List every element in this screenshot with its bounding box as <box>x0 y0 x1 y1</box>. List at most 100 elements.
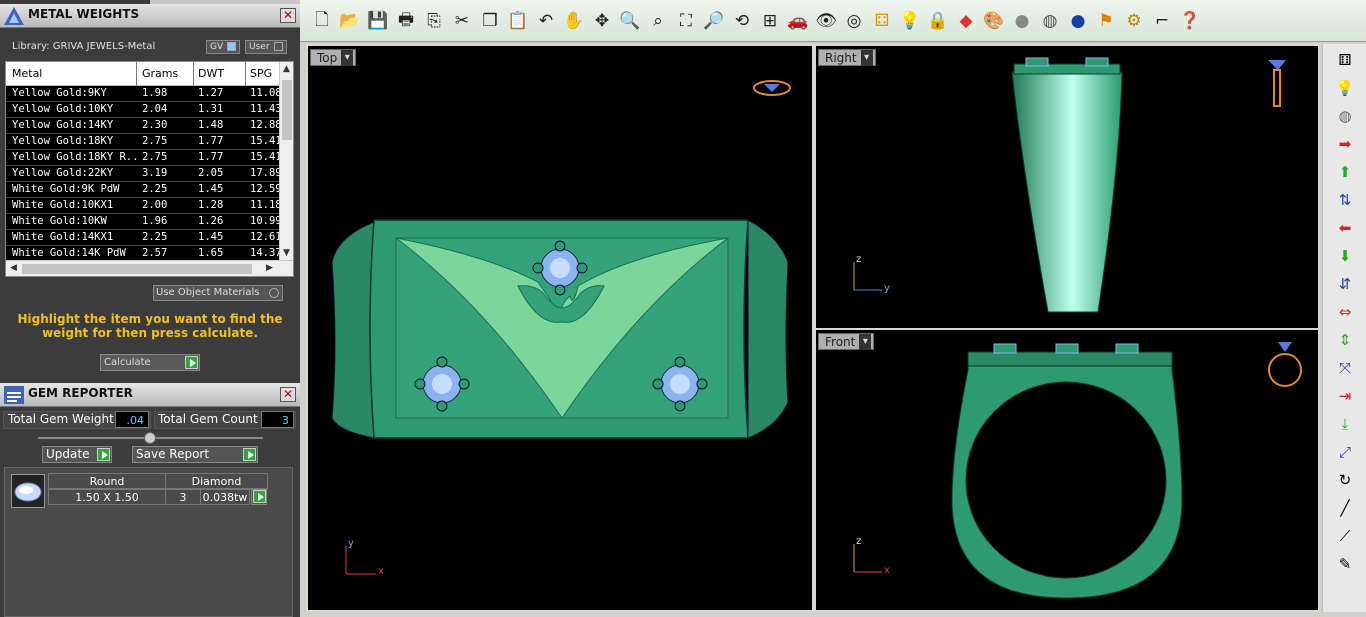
metal-row[interactable]: White Gold:14KX1 2.25 1.45 12.61 <box>6 230 281 246</box>
gv-toggle[interactable]: GV <box>206 40 241 54</box>
flag-icon[interactable]: ⚑ <box>1094 8 1118 34</box>
gem-reporter-close-button[interactable]: ✕ <box>280 387 296 402</box>
metal-row[interactable]: Yellow Gold:14KY 2.30 1.48 12.88 <box>6 118 281 134</box>
col-metal[interactable]: Metal <box>12 67 42 80</box>
arrow-right-icon[interactable]: ➡ <box>1331 132 1359 156</box>
update-button[interactable]: Update <box>42 446 112 463</box>
right-view-label[interactable]: Right <box>818 49 876 66</box>
metal-row[interactable]: White Gold:9K PdW 2.25 1.45 12.59 <box>6 182 281 198</box>
shrink-vertical-icon[interactable]: ⤓ <box>1331 412 1359 436</box>
hscroll-thumb[interactable] <box>22 264 252 274</box>
snap-icon[interactable]: ⚃ <box>870 8 894 34</box>
metal-cell-spg: 17.89 <box>250 167 281 179</box>
col-grams[interactable]: Grams <box>142 67 178 80</box>
gv-checkbox[interactable] <box>227 42 237 51</box>
eraser-icon[interactable]: ✎ <box>1331 552 1359 576</box>
segment-tool-icon[interactable]: ⟋ <box>1331 524 1359 548</box>
arrow-down-icon[interactable]: ⬇ <box>1331 244 1359 268</box>
lock-icon[interactable]: 🔒 <box>926 8 950 34</box>
undo-icon[interactable]: ↶ <box>534 8 558 34</box>
scale-vertical-icon[interactable]: ⇕ <box>1331 328 1359 352</box>
user-checkbox[interactable] <box>273 42 283 51</box>
save-report-button[interactable]: Save Report <box>132 446 258 463</box>
move-icon[interactable]: ✥ <box>590 8 614 34</box>
metal-table-hscroll[interactable]: ◀ ▶ <box>6 260 293 276</box>
user-toggle[interactable]: User <box>245 40 287 54</box>
scale-axis-icon[interactable]: ⤧ <box>1331 356 1359 380</box>
arrow-left-icon[interactable]: ⬅ <box>1331 216 1359 240</box>
metal-cell-grams: 1.96 <box>142 215 168 227</box>
eye-icon[interactable]: 👁 <box>814 8 838 34</box>
paste-icon[interactable]: 📋 <box>506 8 530 34</box>
top-view-label[interactable]: Top <box>310 49 357 66</box>
front-view-label[interactable]: Front <box>818 333 875 350</box>
round-gem-thumbnail[interactable] <box>11 474 45 508</box>
scale-horizontal-icon[interactable]: ⇔ <box>1331 300 1359 324</box>
calculate-button[interactable]: Calculate <box>100 354 200 371</box>
gear-icon[interactable]: ⚙ <box>1122 8 1146 34</box>
target-icon[interactable]: ◎ <box>842 8 866 34</box>
sphere-gray-icon[interactable]: ● <box>1010 8 1034 34</box>
shrink-axis-icon[interactable]: ⤢ <box>1331 440 1359 464</box>
save-icon[interactable]: 💾 <box>366 8 390 34</box>
new-file-icon[interactable]: 🗋 <box>310 8 334 34</box>
metal-row[interactable]: Yellow Gold:18KY 2.75 1.77 15.41 <box>6 134 281 150</box>
col-spg[interactable]: SPG <box>250 67 272 80</box>
metal-row[interactable]: White Gold:10KW 1.96 1.26 10.99 <box>6 214 281 230</box>
scroll-down-icon[interactable]: ▼ <box>283 248 290 258</box>
help-icon[interactable]: ❓ <box>1178 8 1202 34</box>
top-viewport[interactable]: Top ▾ y x <box>308 46 812 610</box>
gem-detail-button[interactable] <box>251 489 267 505</box>
scroll-up-icon[interactable]: ▲ <box>283 64 290 74</box>
zoom-window-icon[interactable]: ⌕ <box>646 8 670 34</box>
open-folder-icon[interactable]: 📂 <box>338 8 362 34</box>
dice-icon[interactable]: ⚅ <box>1331 48 1359 72</box>
pan-hand-icon[interactable]: ✋ <box>562 8 586 34</box>
rotate-view-icon[interactable]: ⟲ <box>730 8 754 34</box>
copy-icon[interactable]: ❐ <box>478 8 502 34</box>
front-viewport[interactable]: Front z x <box>816 330 1318 610</box>
metal-cell-metal: Yellow Gold:14KY <box>12 119 114 131</box>
color-wheel-icon[interactable]: 🎨 <box>982 8 1006 34</box>
calculate-hint: Highlight the item you want to find the … <box>17 312 283 340</box>
rotate-tool-icon[interactable]: ↻ <box>1331 468 1359 492</box>
shrink-horizontal-icon[interactable]: ⇥ <box>1331 384 1359 408</box>
sphere-blue-icon[interactable]: ● <box>1066 8 1090 34</box>
vscroll-thumb[interactable] <box>282 80 292 140</box>
metal-row[interactable]: Yellow Gold:9KY 1.98 1.27 11.08 <box>6 86 281 102</box>
four-viewports-icon[interactable]: ⊞ <box>758 8 782 34</box>
metal-row[interactable]: Yellow Gold:18KY R... 2.75 1.77 15.41 <box>6 150 281 166</box>
scroll-right-icon[interactable]: ▶ <box>266 263 273 273</box>
zoom-in-icon[interactable]: 🔍 <box>618 8 642 34</box>
metal-cell-grams: 2.25 <box>142 231 168 243</box>
col-dwt[interactable]: DWT <box>198 67 224 80</box>
zoom-extents-icon[interactable]: ⛶ <box>674 8 698 34</box>
dimension-icon[interactable]: ⌐ <box>1150 8 1174 34</box>
scroll-left-icon[interactable]: ◀ <box>10 263 17 273</box>
metal-table-vscroll[interactable]: ▲ ▼ <box>279 62 293 262</box>
line-tool-icon[interactable]: ╱ <box>1331 496 1359 520</box>
export-icon[interactable]: ⎘ <box>422 8 446 34</box>
sphere-shaded-icon[interactable]: ◍ <box>1038 8 1062 34</box>
front-axis-z: z <box>856 536 862 547</box>
right-viewport[interactable]: Right z y <box>816 46 1318 328</box>
metal-weights-close-button[interactable]: ✕ <box>280 8 296 23</box>
sphere-icon[interactable]: ◍ <box>1331 104 1359 128</box>
light-bulb-icon[interactable]: 💡 <box>898 8 922 34</box>
print-icon[interactable]: 🖶 <box>394 8 418 34</box>
material-icon[interactable]: ◆ <box>954 8 978 34</box>
axis-move-icon[interactable]: ⇅ <box>1331 188 1359 212</box>
cut-icon[interactable]: ✂ <box>450 8 474 34</box>
use-object-materials-radio[interactable] <box>269 288 279 298</box>
metal-row[interactable]: Yellow Gold:22KY 3.19 2.05 17.89 <box>6 166 281 182</box>
use-object-materials-toggle[interactable]: Use Object Materials <box>153 285 283 301</box>
gem-slider-knob[interactable] <box>144 432 156 444</box>
arrow-up-icon[interactable]: ⬆ <box>1331 160 1359 184</box>
metal-row[interactable]: White Gold:10KX1 2.00 1.28 11.18 <box>6 198 281 214</box>
axis-down-icon[interactable]: ⇵ <box>1331 272 1359 296</box>
light-bulb-icon[interactable]: 💡 <box>1331 76 1359 100</box>
metal-cell-metal: Yellow Gold:22KY <box>12 167 114 179</box>
car-icon[interactable]: 🚗 <box>786 8 810 34</box>
metal-row[interactable]: Yellow Gold:10KY 2.04 1.31 11.43 <box>6 102 281 118</box>
zoom-selected-icon[interactable]: 🔎 <box>702 8 726 34</box>
